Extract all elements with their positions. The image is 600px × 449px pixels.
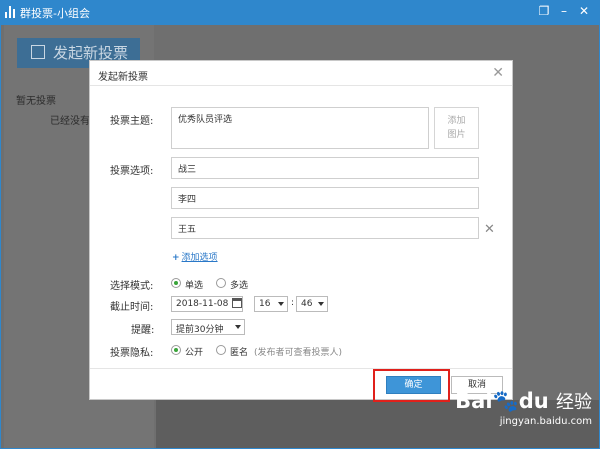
add-image-line2: 图片 bbox=[447, 130, 466, 140]
dialog-title: 发起新投票 bbox=[98, 72, 148, 83]
privacy-anonymous-radio[interactable] bbox=[216, 345, 226, 355]
mode-single-label: 单选 bbox=[185, 281, 204, 291]
mode-multi-label: 多选 bbox=[230, 281, 249, 291]
watermark-brand: Bai🐾du 经验 bbox=[452, 388, 592, 414]
bar-chart-icon bbox=[5, 6, 17, 18]
reminder-label: 提醒: bbox=[131, 325, 155, 336]
subject-label: 投票主题: bbox=[110, 116, 154, 127]
edit-icon bbox=[31, 45, 45, 59]
watermark-brand-2: du bbox=[518, 389, 549, 413]
deadline-hour-select[interactable]: 16 bbox=[254, 296, 288, 312]
chevron-down-icon bbox=[235, 325, 241, 329]
minimize-icon[interactable]: – bbox=[557, 4, 571, 18]
reminder-value: 提前30分钟 bbox=[176, 325, 224, 335]
option-input-2[interactable]: 李四 bbox=[171, 187, 479, 209]
deadline-hour-value: 16 bbox=[259, 299, 271, 309]
feedback-icon[interactable]: ❐ bbox=[537, 4, 551, 18]
add-image-line1: 添加 bbox=[447, 116, 466, 126]
paw-icon: 🐾 bbox=[492, 389, 519, 413]
dialog-close-icon[interactable]: ✕ bbox=[492, 65, 504, 81]
dialog-header: 发起新投票 ✕ bbox=[90, 61, 512, 86]
add-option-label: 添加选项 bbox=[181, 253, 218, 263]
highlight-box bbox=[373, 369, 450, 402]
deadline-minute-value: 46 bbox=[301, 299, 313, 309]
baidu-watermark: Bai🐾du 经验 jingyan.baidu.com bbox=[452, 388, 592, 446]
watermark-brand-cn: 经验 bbox=[556, 392, 592, 413]
privacy-public-label: 公开 bbox=[185, 348, 204, 358]
privacy-label: 投票隐私: bbox=[110, 348, 154, 359]
chevron-down-icon bbox=[278, 302, 284, 306]
no-vote-text: 暂无投票 bbox=[16, 96, 56, 107]
calendar-icon[interactable] bbox=[232, 298, 242, 308]
plus-icon: + bbox=[172, 253, 180, 263]
add-option-link[interactable]: + 添加选项 bbox=[172, 250, 218, 263]
reminder-select[interactable]: 提前30分钟 bbox=[171, 319, 245, 335]
watermark-url: jingyan.baidu.com bbox=[499, 416, 592, 427]
add-image-button[interactable]: 添加 图片 bbox=[434, 107, 479, 149]
subject-input[interactable]: 优秀队员评选 bbox=[171, 107, 429, 149]
chevron-down-icon bbox=[318, 302, 324, 306]
mode-single-radio[interactable] bbox=[171, 278, 181, 288]
no-more-text: 已经没有 bbox=[50, 116, 90, 127]
options-label: 投票选项: bbox=[110, 166, 154, 177]
option-input-1[interactable]: 战三 bbox=[171, 157, 479, 179]
mode-label: 选择模式: bbox=[110, 281, 154, 292]
deadline-label: 截止时间: bbox=[110, 302, 154, 313]
time-separator: : bbox=[291, 298, 295, 308]
option-input-3[interactable]: 王五 bbox=[171, 217, 479, 239]
close-window-icon[interactable]: ✕ bbox=[577, 4, 591, 18]
privacy-anonymous-label: 匿名 bbox=[230, 348, 249, 358]
privacy-hint: (发布者可查看投票人) bbox=[254, 348, 343, 358]
privacy-public-radio[interactable] bbox=[171, 345, 181, 355]
window-titlebar: 群投票-小组会 ❐ – ✕ bbox=[0, 0, 600, 24]
deadline-minute-select[interactable]: 46 bbox=[296, 296, 328, 312]
delete-option-icon[interactable]: ✕ bbox=[484, 222, 495, 237]
watermark-brand-1: Bai bbox=[455, 389, 493, 413]
window-title: 群投票-小组会 bbox=[20, 7, 90, 20]
mode-multi-radio[interactable] bbox=[216, 278, 226, 288]
